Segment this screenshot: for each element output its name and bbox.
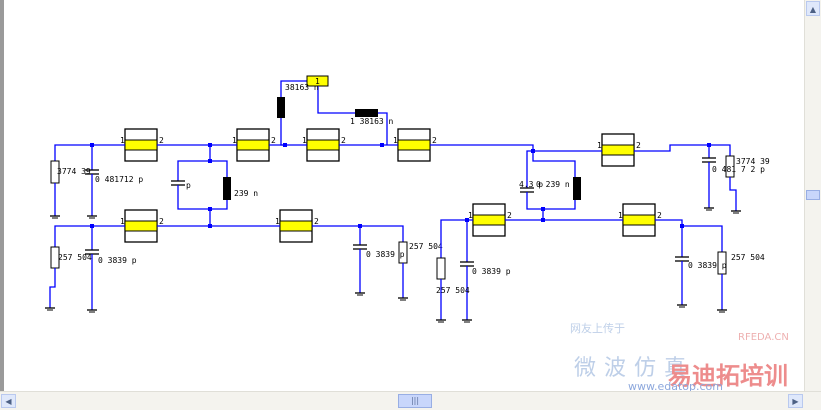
transmission-line-strip <box>622 214 656 226</box>
watermark: 网友上传于 RFEDA.CN 微波仿真 易迪拓培训 www.edatop.com <box>568 320 798 393</box>
component-label: 257 504 <box>731 253 765 262</box>
transmission-line-strip <box>236 139 270 151</box>
pin-label: 2 <box>636 141 641 150</box>
component-label: 257 504 <box>409 242 443 251</box>
scroll-left-button[interactable]: ◀ <box>1 394 16 408</box>
component-label: 1 38163 n <box>350 117 394 126</box>
resistor <box>436 257 446 280</box>
wire <box>526 192 576 210</box>
pin-label: 2 <box>271 136 276 145</box>
component-label: 0 481 7 2 p <box>712 165 765 174</box>
component-label: 239 n <box>234 189 258 198</box>
wire <box>532 151 576 177</box>
pin-label: 2 <box>314 217 319 226</box>
wire <box>430 144 602 152</box>
wire <box>634 144 731 156</box>
wire <box>312 225 404 242</box>
pin-label: 2 <box>657 211 662 220</box>
wire <box>655 219 723 252</box>
wire <box>440 219 473 258</box>
junction-dot <box>208 159 212 163</box>
component-label: 0 481712 p <box>95 175 143 184</box>
scroll-right-button[interactable]: ▶ <box>788 394 803 408</box>
pin-label: 1 <box>302 136 307 145</box>
wire <box>54 225 125 247</box>
wire <box>49 268 56 302</box>
wire <box>54 144 125 161</box>
component-label: 0 3839 p <box>366 250 405 259</box>
pin-label: 2 <box>341 136 346 145</box>
pin-label: 2 <box>507 211 512 220</box>
pin-label: 1 <box>232 136 237 145</box>
watermark-text: 网友上传于 <box>570 322 625 335</box>
pin-label: 1 <box>275 217 280 226</box>
pin-label: 1 <box>120 136 125 145</box>
wire <box>729 177 737 205</box>
pin-label: 2 <box>159 217 164 226</box>
horizontal-scrollbar[interactable]: ◀ ||| ▶ <box>0 391 821 410</box>
component-label: 0 3839 p <box>472 267 511 276</box>
component-label: 38163 n <box>285 83 319 92</box>
pin-label: 1 <box>618 211 623 220</box>
pin-label: 2 <box>159 136 164 145</box>
pin-label: 2 <box>432 136 437 145</box>
wire <box>317 86 355 114</box>
pin-label: 1 <box>120 217 125 226</box>
junction-dot <box>380 143 384 147</box>
vertical-scroll-thumb[interactable] <box>806 190 820 200</box>
watermark-brand: RFEDA.CN <box>738 332 789 343</box>
transmission-line-strip <box>601 144 635 156</box>
junction-dot <box>90 224 94 228</box>
wire <box>280 118 285 146</box>
component-label: 257 504 <box>436 286 470 295</box>
wire <box>210 160 228 177</box>
component-label: 257 504 <box>58 253 92 262</box>
pin-label: 1 <box>597 141 602 150</box>
transmission-line-strip <box>397 139 431 151</box>
component-label: 0 3839 p <box>98 256 137 265</box>
transmission-line-strip <box>124 139 158 151</box>
inductor <box>277 97 285 118</box>
transmission-line-strip <box>279 220 313 232</box>
inductor <box>573 177 581 200</box>
wire <box>177 145 211 181</box>
inductor <box>223 177 231 200</box>
pin-label: 1 <box>393 136 398 145</box>
component-label: 3774 39 <box>57 167 91 176</box>
horizontal-scroll-thumb[interactable]: ||| <box>398 394 432 408</box>
component-label: 0 239 n <box>536 180 570 189</box>
junction-dot <box>208 224 212 228</box>
vertical-scrollbar[interactable]: ▲ <box>804 0 821 392</box>
component-label: 0 3839 p <box>688 261 727 270</box>
transmission-line-strip <box>306 139 340 151</box>
component-label: p <box>186 181 191 190</box>
junction-dot <box>90 143 94 147</box>
scroll-up-button[interactable]: ▲ <box>806 1 820 16</box>
inductor <box>355 109 378 117</box>
transmission-line-strip <box>124 220 158 232</box>
transmission-line-strip <box>472 214 506 226</box>
